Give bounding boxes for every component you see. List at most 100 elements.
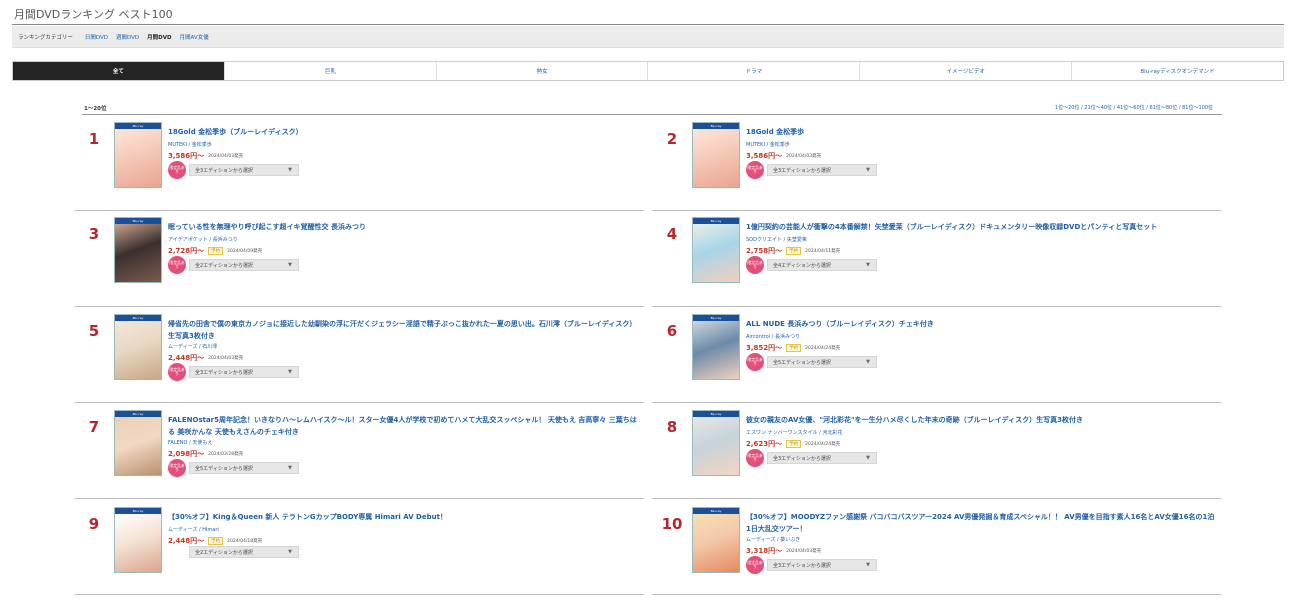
edition-select[interactable]: 全3エディションから選択 ▼ xyxy=(767,452,877,464)
product-title[interactable]: 【30%オフ】King＆Queen 新人 テラトンGカップBODY専属 Hima… xyxy=(168,511,638,523)
product-title[interactable]: 【30%オフ】MOODYZファン感謝祭 バコバコバスツアー2024 AV男優発掘… xyxy=(746,511,1216,535)
limited-badge: 限定品あり xyxy=(168,256,186,274)
chevron-down-icon: ▼ xyxy=(288,465,292,471)
price: 2,448円～ xyxy=(168,354,205,362)
price-row: 2,728円～ 予約 2024/04/09発売 xyxy=(168,246,262,256)
product-thumbnail[interactable]: Blu-ray xyxy=(692,410,740,476)
product-thumbnail[interactable]: Blu-ray xyxy=(114,122,162,188)
maker-actress[interactable]: ムーディーズ / 葵いぶき xyxy=(746,536,800,543)
product-title[interactable]: 眠っている性を無理やり呼び起こす超イキ覚醒性交 長浜みつり xyxy=(168,221,638,233)
maker-actress[interactable]: ムーディーズ / Himari xyxy=(168,526,219,533)
product-title[interactable]: 帰省先の田舎で僕の東京カノジョに接近した幼馴染の浮に汗だくジェラシー淫語で精子ぶ… xyxy=(168,318,638,342)
release-date: 2024/04/03発売 xyxy=(786,154,822,159)
chevron-down-icon: ▼ xyxy=(288,262,292,268)
edition-select[interactable]: 全4エディションから選択 ▼ xyxy=(767,259,877,271)
ranking-item: 6 Blu-ray ALL NUDE 長浜みつり（ブルーレイディスク）チェキ付き… xyxy=(660,314,1220,412)
edition-select[interactable]: 全3エディションから選択 ▼ xyxy=(189,164,299,176)
chevron-down-icon: ▼ xyxy=(288,369,292,375)
maker-actress[interactable]: MUTEKI / 金松季歩 xyxy=(746,141,790,148)
tab-all[interactable]: 全て xyxy=(13,62,225,80)
edition-row: 限定品あり 全3エディションから選択 ▼ xyxy=(168,161,299,179)
release-date: 2024/04/24発売 xyxy=(805,442,841,447)
category-link-daily[interactable]: 日間DVD xyxy=(85,33,108,41)
category-link-weekly[interactable]: 週間DVD xyxy=(116,33,139,41)
preorder-badge: 予約 xyxy=(786,247,802,255)
edition-select[interactable]: 全5エディションから選択 ▼ xyxy=(767,356,877,368)
tab-bluray-ondemand[interactable]: Blu-rayディスクオンデマンド xyxy=(1072,62,1283,80)
row-divider xyxy=(652,210,1221,211)
maker-actress[interactable]: アイデアポケット / 長浜みつり xyxy=(168,236,238,243)
edition-select-label: 全2エディションから選択 xyxy=(195,549,253,556)
edition-row: 限定品あり 全3エディションから選択 ▼ xyxy=(746,449,877,467)
category-link-actress[interactable]: 月間AV女優 xyxy=(180,33,209,41)
tab-image-video[interactable]: イメージビデオ xyxy=(860,62,1073,80)
maker-actress[interactable]: エスワン ナンバーワンスタイル / 河北彩花 xyxy=(746,429,842,436)
edition-select[interactable]: 全2エディションから選択 ▼ xyxy=(189,259,299,271)
price: 3,586円～ xyxy=(746,152,783,160)
ranking-item: 1 Blu-ray 18Gold 金松季歩（ブルーレイディスク） MUTEKI … xyxy=(82,122,642,220)
product-title[interactable]: 18Gold 金松季歩 xyxy=(746,126,1216,138)
rank-number: 4 xyxy=(666,225,678,243)
chevron-down-icon: ▼ xyxy=(866,562,870,568)
range-pager[interactable]: 1位～20位 / 21位～40位 / 41位～60位 / 61位～80位 / 8… xyxy=(1055,104,1213,111)
edition-row: 全2エディションから選択 ▼ xyxy=(168,546,299,558)
price: 2,728円～ xyxy=(168,247,205,255)
cover-image xyxy=(115,514,161,572)
tab-drama[interactable]: ドラマ xyxy=(648,62,861,80)
product-thumbnail[interactable]: Blu-ray xyxy=(692,217,740,283)
release-date: 2024/04/11発売 xyxy=(805,249,841,254)
limited-badge: 限定品あり xyxy=(746,161,764,179)
tab-mature[interactable]: 熟女 xyxy=(437,62,649,80)
range-label: 1～20位 xyxy=(84,106,107,112)
price-row: 3,586円～ 2024/04/03発売 xyxy=(168,151,243,161)
tab-big-breasts[interactable]: 巨乳 xyxy=(225,62,437,80)
title-divider xyxy=(12,24,1284,25)
product-thumbnail[interactable]: Blu-ray xyxy=(692,507,740,573)
cover-image xyxy=(693,417,739,475)
release-date: 2024/04/03発売 xyxy=(208,154,244,159)
category-link-monthly[interactable]: 月間DVD xyxy=(147,33,171,41)
price: 3,852円～ xyxy=(746,344,783,352)
edition-select[interactable]: 全3エディションから選択 ▼ xyxy=(767,559,877,571)
edition-select[interactable]: 全2エディションから選択 ▼ xyxy=(189,546,299,558)
edition-select[interactable]: 全3エディションから選択 ▼ xyxy=(189,366,299,378)
edition-row: 限定品あり 全2エディションから選択 ▼ xyxy=(168,256,299,274)
maker-actress[interactable]: SODクリエイト / 矢埜愛茉 xyxy=(746,236,807,243)
product-thumbnail[interactable]: Blu-ray xyxy=(692,122,740,188)
rank-number: 6 xyxy=(666,322,678,340)
cover-image xyxy=(693,321,739,379)
ranking-item: 2 Blu-ray 18Gold 金松季歩 MUTEKI / 金松季歩 3,58… xyxy=(660,122,1220,220)
edition-row: 限定品あり 全3エディションから選択 ▼ xyxy=(746,161,877,179)
product-thumbnail[interactable]: Blu-ray xyxy=(114,314,162,380)
edition-select[interactable]: 全3エディションから選択 ▼ xyxy=(767,164,877,176)
maker-actress[interactable]: Aircontrol / 長浜みつり xyxy=(746,333,800,340)
ranking-item: 9 Blu-ray 【30%オフ】King＆Queen 新人 テラトンGカップB… xyxy=(82,507,642,605)
maker-actress[interactable]: MUTEKI / 金松季歩 xyxy=(168,141,212,148)
row-divider xyxy=(652,594,1221,595)
product-title[interactable]: 彼女の親友のAV女優、"河北彩花"を一生分ハメ尽くした年末の奇跡（ブルーレイディ… xyxy=(746,414,1216,426)
release-date: 2024/04/24発売 xyxy=(805,346,841,351)
maker-actress[interactable]: ムーディーズ / 石川澪 xyxy=(168,343,217,350)
preorder-badge: 予約 xyxy=(786,344,802,352)
edition-select[interactable]: 全5エディションから選択 ▼ xyxy=(189,462,299,474)
preorder-badge: 予約 xyxy=(208,247,224,255)
edition-select-label: 全3エディションから選択 xyxy=(773,562,831,569)
price: 2,758円～ xyxy=(746,247,783,255)
limited-badge: 限定品あり xyxy=(746,256,764,274)
price-row: 3,318円～ 2024/04/03発売 xyxy=(746,546,821,556)
product-thumbnail[interactable]: Blu-ray xyxy=(114,507,162,573)
product-title[interactable]: 1億円契約の芸能人が衝撃の4本番解禁！矢埜愛茉（ブルーレイディスク）ドキュメンタ… xyxy=(746,221,1216,233)
row-divider xyxy=(652,306,1221,307)
cover-image xyxy=(693,514,739,572)
maker-actress[interactable]: FALENO / 天使もえ xyxy=(168,439,212,446)
product-title[interactable]: FALENOstar5周年記念！いきなりハ～レムハイスク～ル！スター女優4人が学… xyxy=(168,414,638,438)
price-row: 2,098円～ 2024/03/28発売 xyxy=(168,449,243,459)
price-row: 3,852円～ 予約 2024/04/24発売 xyxy=(746,343,840,353)
product-thumbnail[interactable]: Blu-ray xyxy=(692,314,740,380)
edition-row: 限定品あり 全3エディションから選択 ▼ xyxy=(168,363,299,381)
release-date: 2024/04/03発売 xyxy=(786,549,822,554)
product-title[interactable]: ALL NUDE 長浜みつり（ブルーレイディスク）チェキ付き xyxy=(746,318,1216,330)
product-thumbnail[interactable]: Blu-ray xyxy=(114,410,162,476)
product-title[interactable]: 18Gold 金松季歩（ブルーレイディスク） xyxy=(168,126,638,138)
product-thumbnail[interactable]: Blu-ray xyxy=(114,217,162,283)
